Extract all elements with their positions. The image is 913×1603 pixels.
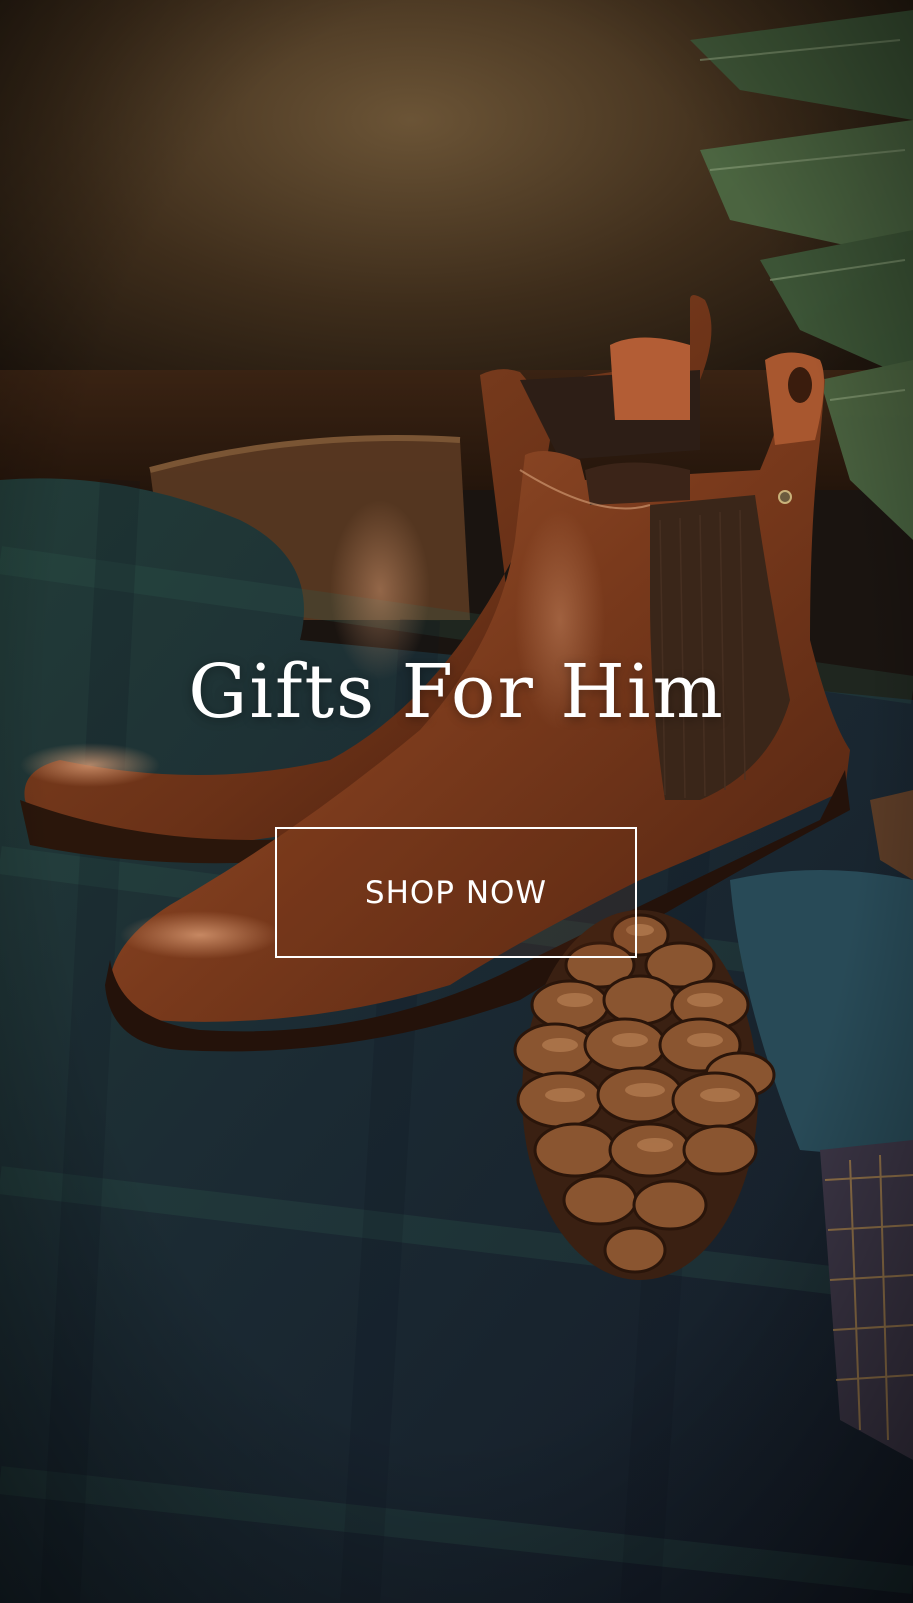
hero-image [0,0,913,1603]
promo-banner[interactable]: Gifts For Him SHOP NOW [0,0,913,1603]
shop-now-button[interactable]: SHOP NOW [275,827,637,958]
shop-now-label: SHOP NOW [364,874,548,911]
banner-headline: Gifts For Him [188,649,725,735]
